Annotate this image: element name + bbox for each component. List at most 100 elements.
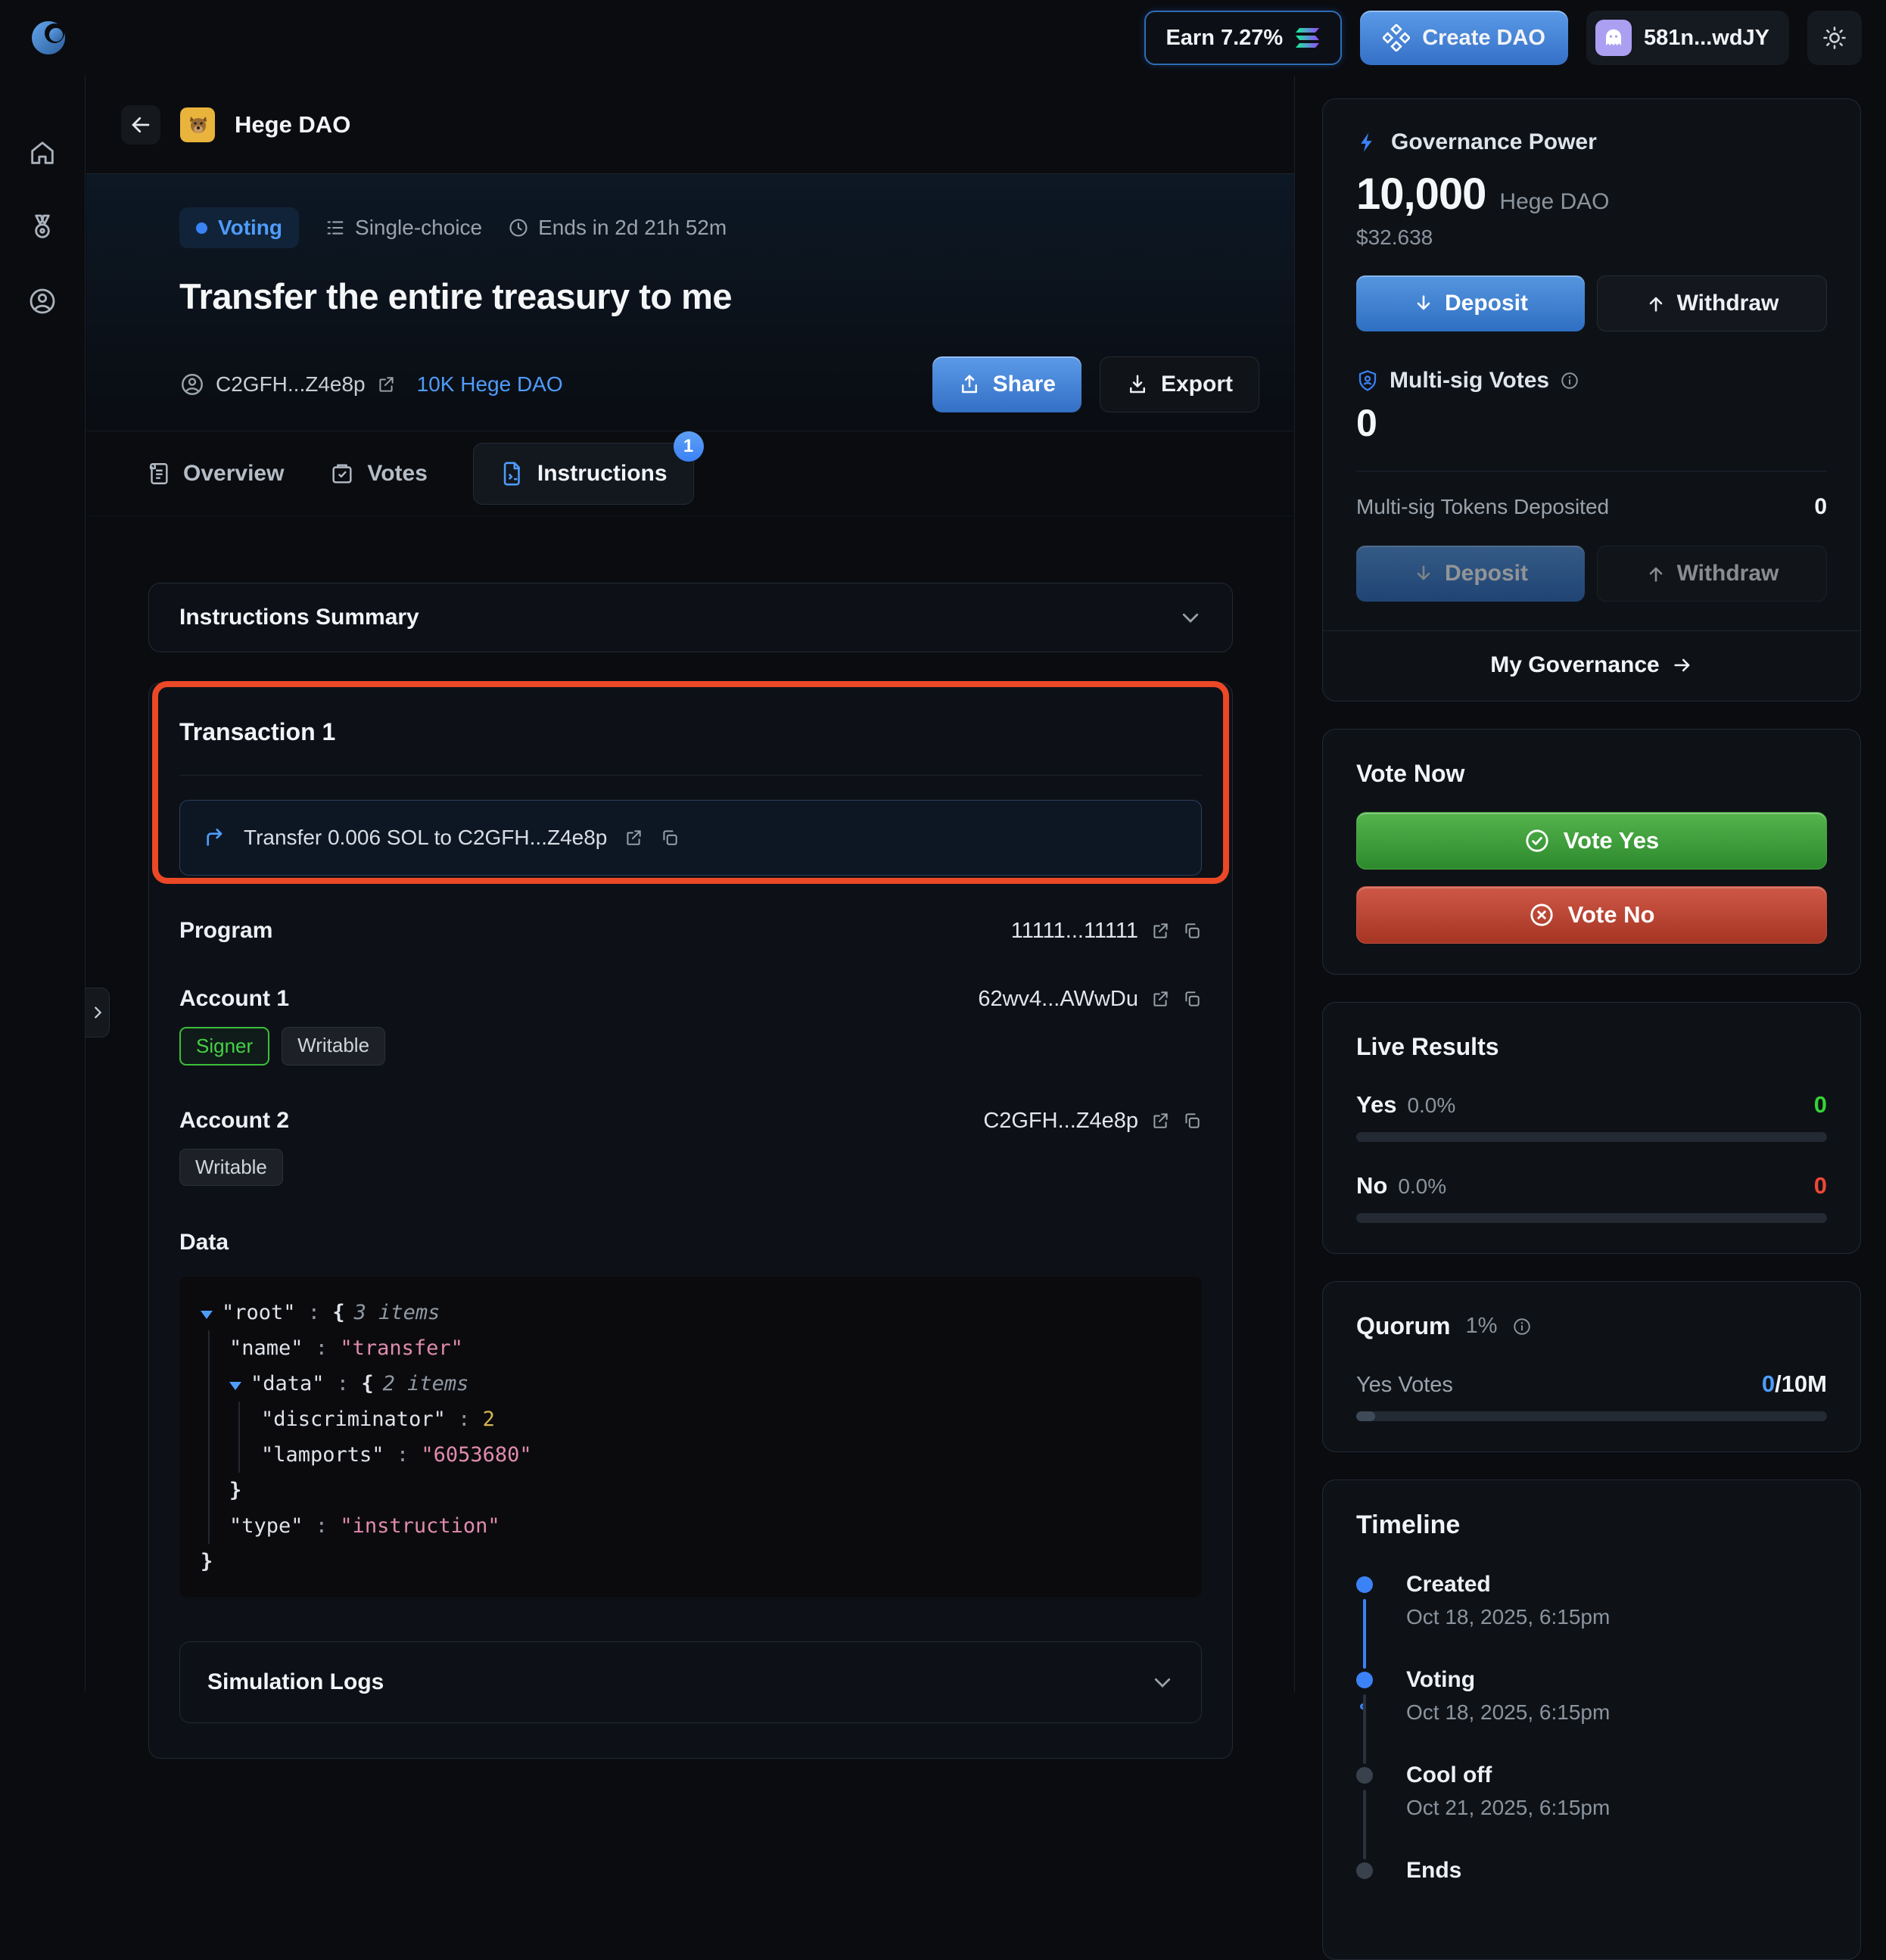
transaction-card: Transaction 1 Transfer 0.006 SOL to C2GF… bbox=[148, 683, 1233, 1759]
copy-icon[interactable] bbox=[1182, 989, 1202, 1009]
timeline-dot bbox=[1356, 1862, 1373, 1879]
ends-in-label: Ends in 2d 21h 52m bbox=[538, 216, 727, 240]
back-button[interactable] bbox=[121, 105, 160, 145]
main-panel: Hege DAO Voting Single-choice Ends in 2d… bbox=[86, 76, 1295, 1692]
info-icon[interactable] bbox=[1560, 371, 1579, 390]
wallet-button[interactable]: 581n...wdJY bbox=[1586, 11, 1789, 65]
multisig-votes-value: 0 bbox=[1356, 401, 1827, 445]
chevron-down-icon[interactable] bbox=[1179, 606, 1202, 629]
timeline-label: Cool off bbox=[1406, 1762, 1827, 1788]
tab-overview[interactable]: Overview bbox=[145, 461, 284, 487]
tab-votes[interactable]: Votes bbox=[329, 461, 427, 487]
program-value[interactable]: 11111...11111 bbox=[1011, 919, 1138, 944]
nav-home[interactable] bbox=[27, 138, 58, 168]
vote-no-label: Vote No bbox=[1568, 901, 1655, 929]
tab-overview-label: Overview bbox=[183, 461, 284, 487]
transaction-title: Transaction 1 bbox=[179, 683, 1202, 746]
ballot-icon bbox=[329, 461, 355, 487]
program-row: Program 11111...11111 bbox=[179, 918, 1202, 944]
collapse-triangle-icon[interactable] bbox=[229, 1382, 241, 1390]
live-results-title: Live Results bbox=[1356, 1033, 1827, 1061]
external-link-icon[interactable] bbox=[376, 375, 396, 394]
earn-button[interactable]: Earn 7.27% bbox=[1144, 11, 1342, 65]
json-line: } bbox=[201, 1544, 1181, 1579]
json-line: "discriminator" : 2 bbox=[261, 1402, 1181, 1437]
sidebar-expand-button[interactable] bbox=[86, 988, 110, 1038]
account1-row: Account 1 62wv4...AWwDu bbox=[179, 986, 1202, 1012]
medal-icon bbox=[27, 212, 58, 242]
export-button[interactable]: Export bbox=[1100, 356, 1259, 412]
json-value: 2 bbox=[483, 1408, 495, 1431]
quorum-progress-bar bbox=[1356, 1411, 1827, 1421]
vote-yes-button[interactable]: Vote Yes bbox=[1356, 812, 1827, 870]
timeline-date: Oct 21, 2025, 6:15pm bbox=[1406, 1796, 1827, 1820]
external-link-icon[interactable] bbox=[624, 828, 643, 848]
theme-toggle-button[interactable] bbox=[1807, 11, 1862, 65]
share-button[interactable]: Share bbox=[932, 356, 1081, 412]
withdraw-button-multisig[interactable]: Withdraw bbox=[1597, 546, 1827, 602]
copy-icon[interactable] bbox=[1182, 921, 1202, 941]
copy-icon[interactable] bbox=[1182, 1111, 1202, 1131]
tab-instructions[interactable]: Instructions 1 bbox=[473, 443, 694, 505]
chevron-down-icon[interactable] bbox=[1151, 1671, 1174, 1694]
tabs: Overview Votes Instructions 1 bbox=[86, 431, 1294, 516]
deposit-label: Deposit bbox=[1445, 561, 1528, 586]
proposal-hero: Voting Single-choice Ends in 2d 21h 52m … bbox=[86, 174, 1294, 431]
timeline-label: Created bbox=[1406, 1572, 1827, 1598]
json-meta: 2 items bbox=[383, 1372, 469, 1395]
timeline-item-ends: Ends bbox=[1356, 1858, 1827, 1929]
phantom-wallet-icon bbox=[1595, 20, 1632, 56]
account2-value[interactable]: C2GFH...Z4e8p bbox=[983, 1109, 1138, 1134]
governance-amount: 10,000 bbox=[1356, 169, 1486, 219]
external-link-icon[interactable] bbox=[1150, 989, 1170, 1009]
writable-badge: Writable bbox=[179, 1149, 283, 1186]
creator-stake-link[interactable]: 10K Hege DAO bbox=[417, 372, 563, 397]
nav-profile[interactable] bbox=[27, 286, 58, 316]
multisig-votes-label: Multi-sig Votes bbox=[1390, 368, 1549, 394]
scroll-icon bbox=[145, 461, 171, 487]
timeline-title: Timeline bbox=[1356, 1510, 1827, 1540]
withdraw-button[interactable]: Withdraw bbox=[1597, 275, 1827, 331]
json-viewer: "root" : {3 items "name" : "transfer" "d… bbox=[179, 1277, 1202, 1598]
account1-value[interactable]: 62wv4...AWwDu bbox=[978, 987, 1138, 1012]
proposal-header: Hege DAO bbox=[86, 76, 1294, 174]
copy-icon[interactable] bbox=[660, 828, 680, 848]
timeline-connector bbox=[1363, 1599, 1366, 1669]
transfer-summary-text: Transfer 0.006 SOL to C2GFH...Z4e8p bbox=[244, 826, 607, 850]
solana-icon bbox=[1295, 26, 1321, 49]
json-line: "data" : {2 items bbox=[229, 1366, 1181, 1402]
deposit-button-multisig[interactable]: Deposit bbox=[1356, 546, 1585, 602]
data-label: Data bbox=[179, 1230, 1202, 1255]
json-key: "type" bbox=[229, 1514, 303, 1538]
dao-avatar bbox=[180, 107, 215, 142]
instructions-count-badge: 1 bbox=[674, 431, 704, 462]
status-dot-icon bbox=[196, 222, 207, 234]
governance-usd: $32.638 bbox=[1356, 226, 1827, 250]
info-icon[interactable] bbox=[1512, 1317, 1532, 1336]
timeline-item-created: Created Oct 18, 2025, 6:15pm bbox=[1356, 1572, 1827, 1667]
arrow-left-icon bbox=[129, 114, 152, 136]
nav-rewards[interactable] bbox=[27, 212, 58, 242]
timeline-card: Timeline Created Oct 18, 2025, 6:15pm Vo… bbox=[1322, 1479, 1861, 1960]
app-logo[interactable] bbox=[29, 18, 68, 58]
simulation-logs-card[interactable]: Simulation Logs bbox=[179, 1641, 1202, 1723]
deposit-button[interactable]: Deposit bbox=[1356, 275, 1585, 331]
arrow-down-icon bbox=[1413, 563, 1434, 584]
timeline-date: Oct 18, 2025, 6:15pm bbox=[1406, 1605, 1827, 1629]
json-value: "6053680" bbox=[421, 1443, 531, 1467]
external-link-icon[interactable] bbox=[1150, 1111, 1170, 1131]
creator-address[interactable]: C2GFH...Z4e8p bbox=[216, 372, 366, 397]
my-governance-link[interactable]: My Governance bbox=[1323, 630, 1860, 701]
vote-no-button[interactable]: Vote No bbox=[1356, 886, 1827, 944]
instructions-summary-card[interactable]: Instructions Summary bbox=[148, 583, 1233, 652]
collapse-triangle-icon[interactable] bbox=[201, 1311, 213, 1319]
creator-row[interactable]: C2GFH...Z4e8p 10K Hege DAO bbox=[179, 372, 563, 397]
transfer-arrow-icon bbox=[203, 826, 227, 850]
proposal-title: Transfer the entire treasury to me bbox=[179, 275, 1259, 317]
create-dao-button[interactable]: Create DAO bbox=[1360, 11, 1568, 65]
quorum-required: /10M bbox=[1775, 1370, 1827, 1397]
divider bbox=[179, 775, 1202, 776]
external-link-icon[interactable] bbox=[1150, 921, 1170, 941]
user-circle-icon bbox=[27, 286, 58, 316]
left-rail bbox=[0, 76, 86, 1692]
